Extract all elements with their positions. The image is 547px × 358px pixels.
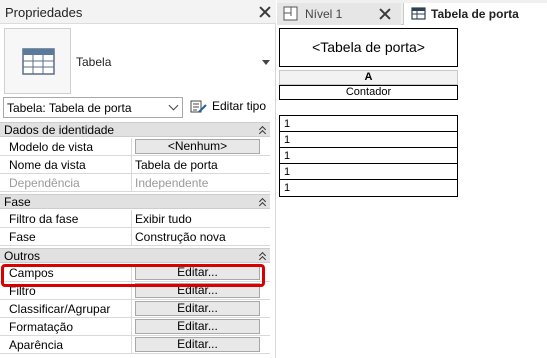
section-label: Fase <box>4 195 31 209</box>
edit-type-button[interactable]: Editar tipo <box>188 96 270 118</box>
dependency-value: Independente <box>135 176 209 190</box>
property-name: Classificar/Agrupar <box>9 302 111 316</box>
property-name: Aparência <box>9 338 64 352</box>
phase-value[interactable]: Construção nova <box>135 230 226 244</box>
schedule-title: <Tabela de porta> <box>312 39 425 55</box>
property-value-cell: Editar... <box>131 336 270 353</box>
instance-selector-value: Tabela: Tabela de porta <box>7 101 132 115</box>
tab-label: Nível 1 <box>305 7 343 21</box>
tab-label: Tabela de porta <box>431 7 519 21</box>
close-icon[interactable] <box>378 7 392 21</box>
view-tab-bar: Nível 1 Tabela de porta <box>277 0 547 25</box>
sorting-grouping-edit-button[interactable]: Editar... <box>135 301 260 316</box>
floor-plan-icon <box>283 6 298 21</box>
table-row[interactable]: 1 <box>280 164 457 180</box>
properties-grid: Dados de identidade Modelo de vista <Nen… <box>0 122 270 358</box>
property-row-formatting: Formatação Editar... <box>0 318 270 336</box>
property-name: Nome da vista <box>9 158 86 172</box>
property-value-cell[interactable]: Tabela de porta <box>131 156 270 173</box>
property-row-dependency: Dependência Independente <box>0 174 270 192</box>
properties-titlebar: Propriedades <box>0 0 276 24</box>
property-value-cell[interactable]: Exibir tudo <box>131 210 270 227</box>
schedule-body: 1 1 1 1 1 <box>279 115 458 197</box>
section-label: Outros <box>4 249 41 263</box>
collapse-icon[interactable] <box>258 251 267 264</box>
cell-value: 1 <box>284 166 291 178</box>
property-value-cell: Editar... <box>131 300 270 317</box>
view-name-value[interactable]: Tabela de porta <box>135 158 218 172</box>
type-dropdown-arrow-icon[interactable] <box>262 60 270 65</box>
edit-type-icon <box>190 100 207 113</box>
collapse-icon[interactable] <box>258 125 267 138</box>
table-row[interactable]: 1 <box>280 180 457 196</box>
tab-tabela-de-porta[interactable]: Tabela de porta <box>403 3 547 25</box>
property-name: Dependência <box>9 176 80 190</box>
cell-value: 1 <box>284 182 291 194</box>
schedule-view: Nível 1 Tabela de porta <Tabela de porta… <box>277 0 547 358</box>
property-name: Fase <box>9 230 36 244</box>
instance-selector[interactable]: Tabela: Tabela de porta <box>3 97 183 118</box>
property-row-appearance: Aparência Editar... <box>0 336 270 354</box>
collapse-icon[interactable] <box>258 197 267 210</box>
properties-panel: Propriedades Tabela Tabela: Tabela de po… <box>0 0 276 358</box>
section-other[interactable]: Outros <box>0 248 270 264</box>
property-name: Formatação <box>9 320 74 334</box>
property-row-phase-filter: Filtro da fase Exibir tudo <box>0 210 270 228</box>
cell-value: 1 <box>284 134 291 146</box>
cell-value: 1 <box>284 118 291 130</box>
property-value-cell: <Nenhum> <box>131 138 270 155</box>
column-header[interactable]: Contador <box>279 85 458 100</box>
chevron-down-icon <box>168 100 179 111</box>
column-letter-header[interactable]: A <box>279 70 458 85</box>
appearance-edit-button[interactable]: Editar... <box>135 337 260 352</box>
section-label: Dados de identidade <box>4 123 115 137</box>
tab-nivel-1[interactable]: Nível 1 <box>277 3 401 25</box>
edit-type-label: Editar tipo <box>212 99 267 113</box>
property-row-view-template: Modelo de vista <Nenhum> <box>0 138 270 156</box>
section-phase[interactable]: Fase <box>0 194 270 210</box>
property-value-cell: Editar... <box>131 318 270 335</box>
cell-value: 1 <box>284 150 291 162</box>
property-name: Filtro da fase <box>9 212 79 226</box>
property-row-view-name: Nome da vista Tabela de porta <box>0 156 270 174</box>
schedule-title-cell[interactable]: <Tabela de porta> <box>279 28 458 67</box>
fields-row-highlight <box>1 264 265 287</box>
section-identity-data[interactable]: Dados de identidade <box>0 122 270 138</box>
close-icon[interactable] <box>258 5 272 19</box>
property-value-cell[interactable]: Construção nova <box>131 228 270 245</box>
table-row[interactable]: 1 <box>280 132 457 148</box>
property-value-cell: Independente <box>131 174 270 191</box>
type-name: Tabela <box>76 55 112 69</box>
view-template-button[interactable]: <Nenhum> <box>135 139 260 154</box>
type-preview <box>4 28 71 94</box>
schedule-type-icon <box>22 48 55 75</box>
property-row-phase: Fase Construção nova <box>0 228 270 246</box>
property-name: Modelo de vista <box>9 140 94 154</box>
property-row-sorting-grouping: Classificar/Agrupar Editar... <box>0 300 270 318</box>
phase-filter-value[interactable]: Exibir tudo <box>135 212 192 226</box>
table-row[interactable]: 1 <box>280 148 457 164</box>
schedule-icon <box>411 7 426 20</box>
table-row[interactable]: 1 <box>280 116 457 132</box>
formatting-edit-button[interactable]: Editar... <box>135 319 260 334</box>
properties-title: Propriedades <box>5 5 83 20</box>
